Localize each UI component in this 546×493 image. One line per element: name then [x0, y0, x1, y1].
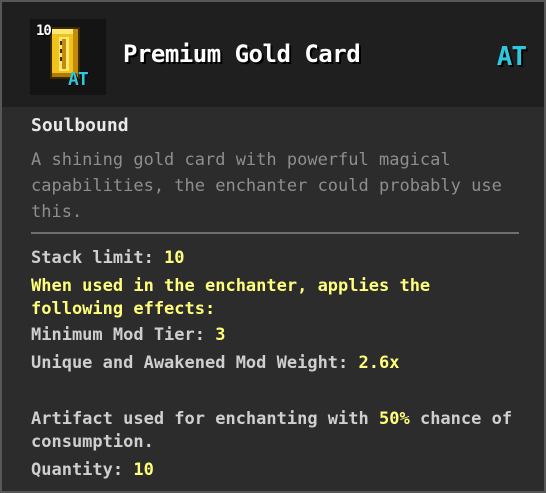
stack-limit-line: Stack limit: 10: [31, 248, 185, 268]
icon-tag-label: AT: [68, 69, 89, 90]
stack-limit-label: Stack limit:: [31, 248, 165, 268]
artifact-line: Artifact used for enchanting with 50% ch…: [31, 408, 531, 454]
quantity-label: Quantity:: [31, 460, 134, 480]
effects-header: When used in the enchanter, applies the …: [31, 276, 431, 319]
min-tier-line: Minimum Mod Tier: 3: [31, 325, 225, 345]
artifact-chance: 50%: [379, 409, 410, 429]
artifact-text-pre: Artifact used for enchanting with: [31, 409, 379, 429]
min-tier-value: 3: [215, 325, 226, 345]
tooltip-header: 10 AT Premium Gold Card AT: [2, 2, 544, 107]
item-description: A shining gold card with powerful magica…: [31, 150, 502, 222]
quantity-value: 10: [133, 460, 154, 480]
item-tag: AT: [496, 42, 527, 72]
min-tier-label: Minimum Mod Tier:: [31, 325, 216, 345]
binding-label: Soulbound: [31, 115, 129, 136]
divider: [31, 232, 519, 234]
stack-limit-value: 10: [164, 248, 185, 268]
quantity-line: Quantity: 10: [31, 460, 154, 480]
item-title: Premium Gold Card: [123, 40, 361, 68]
mod-weight-label: Unique and Awakened Mod Weight:: [31, 353, 359, 373]
stack-count: 10: [36, 23, 52, 39]
mod-weight-value: 2.6x: [358, 353, 400, 373]
mod-weight-line: Unique and Awakened Mod Weight: 2.6x: [31, 353, 399, 373]
item-icon-slot: 10 AT: [30, 19, 106, 95]
item-tooltip: 10 AT Premium Gold Card AT Soulbound A s…: [0, 0, 546, 493]
